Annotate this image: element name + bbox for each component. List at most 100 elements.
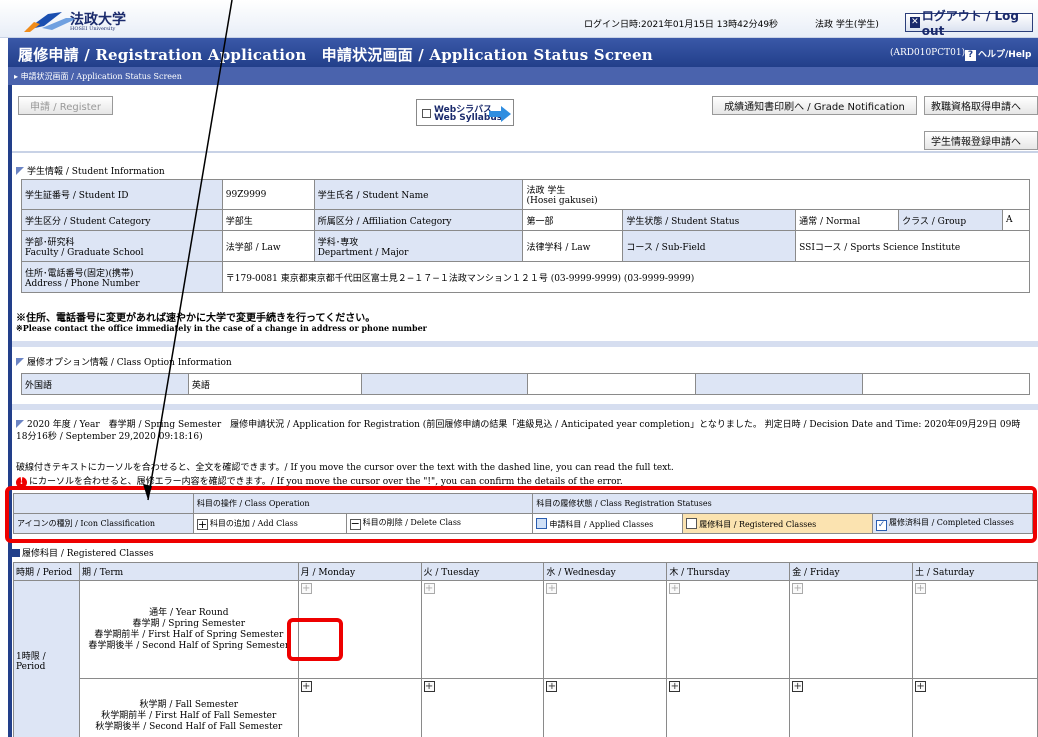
faculty-value: 法学部 / Law [221,230,315,262]
book-icon [422,109,431,118]
subfield-label: コース / Sub-Field [622,230,797,262]
day-thursday: 木 / Thursday [666,562,791,581]
faculty-label: 学部･研究科 Faculty / Graduate School [21,230,223,262]
help-label: ヘルプ/Help [978,50,1032,60]
slot-sat-spring: + [912,580,1038,679]
section-marker-icon [16,358,24,366]
department-value: 法律学科 / Law [522,230,624,262]
slot-mon-fall: + [297,678,422,737]
add-class-icon[interactable]: + [423,681,435,692]
logout-button[interactable]: ✕ ログアウト / Log out [905,9,1033,38]
add-class-icon[interactable]: + [546,681,558,692]
slot-wed-spring: + [543,580,668,679]
option-label: 外国語 [21,373,189,395]
screen-code: (ARD010PCT01) [890,48,966,58]
registered-classes-heading: 履修科目 / Registered Classes [12,546,154,559]
teaching-license-button[interactable]: 教職資格取得申請へ [924,96,1038,115]
breadcrumb: ▸ 申請状況画面 / Application Status Screen [8,67,1038,85]
slot-thu-spring: + [666,580,791,679]
slot-wed-fall: + [543,678,668,737]
student-info-heading: 学生情報 / Student Information [16,164,165,177]
logout-label: ログアウト / Log out [921,9,1020,38]
term-header: 期 / Term [78,562,299,581]
option-empty-cell [527,373,697,395]
add-class-icon[interactable]: + [915,583,927,594]
day-monday: 月 / Monday [297,562,422,581]
title-bar: 履修申請 / Registration Application 申請状況画面 /… [8,38,1038,67]
add-class-icon[interactable]: + [792,681,804,692]
period-1-label: 1時限 / Period [13,580,80,737]
spring-terms-cell: 通年 / Year Round 春学期 / Spring Semester 春学… [78,580,299,679]
affiliation-label: 所属区分 / Affiliation Category [313,209,524,231]
top-bar: 法政大学 HOSEI University ログイン日時:2021年01月15日… [0,0,1038,38]
status-label: 学生状態 / Student Status [622,209,797,231]
fall-terms-cell: 秋学期 / Fall Semester 秋学期前半 / First Half o… [78,678,299,737]
left-accent-strip [8,85,12,737]
department-label: 学科･専攻 Department / Major [313,230,524,262]
student-info-table: 学生証番号 / Student ID 99Z9999 学生氏名 / Studen… [21,179,1031,293]
affiliation-value: 第一部 [522,209,624,231]
day-friday: 金 / Friday [789,562,914,581]
dashed-text-hint: 破線付きテキストにカーソルを合わせると、全文を確認できます。/ If you m… [16,463,674,473]
day-saturday: 土 / Saturday [912,562,1038,581]
slot-fri-fall: + [789,678,914,737]
add-class-icon[interactable]: + [300,681,312,692]
class-option-table: 外国語 英語 [21,373,1030,395]
user-name: 法政 学生(学生) [815,20,879,30]
close-icon: ✕ [910,17,920,28]
student-id-value: 99Z9999 [221,179,315,210]
add-class-icon[interactable]: + [669,681,681,692]
add-class-icon[interactable]: + [546,583,558,594]
slot-fri-spring: + [789,580,914,679]
option-value: 英語 [187,373,362,395]
slot-sat-fall: + [912,678,1038,737]
help-button[interactable]: ? ヘルプ/Help [965,47,1031,61]
slot-tue-fall: + [420,678,545,737]
add-class-icon[interactable]: + [300,583,312,594]
section-square-icon [12,549,20,557]
class-option-heading: 履修オプション情報 / Class Option Information [16,355,232,368]
login-time: ログイン日時:2021年01月15日 13時42分49秒 [584,20,779,30]
address-notice-en: ※Please contact the office immediately i… [16,323,427,333]
grade-notification-button[interactable]: 成績通知書印刷へ / Grade Notification [712,96,917,115]
application-status-line: 2020 年度 / Year 春学期 / Spring Semester 履修申… [16,420,1021,442]
slot-highlight-box [287,618,343,661]
divider-band [12,341,1038,347]
toolbar: 申請 / Register Webシラバス Web Syllabus 成績通知書… [12,85,1038,153]
student-name-value: 法政 学生 (Hosei gakusei) [522,179,1030,210]
student-name-label: 学生氏名 / Student Name [313,179,524,210]
option-empty-cell [862,373,1030,395]
slot-thu-fall: + [666,678,791,737]
section-marker-icon [16,167,24,175]
register-button[interactable]: 申請 / Register [18,96,113,115]
divider-band [12,404,1038,410]
add-class-icon[interactable]: + [669,583,681,594]
option-empty-cell [360,373,529,395]
slot-tue-spring: + [420,580,545,679]
add-class-icon[interactable]: + [792,583,804,594]
question-icon: ? [965,50,976,61]
address-notice-jp: ※住所、電話番号に変更があれば速やかに大学で変更手続きを行ってください。 [16,313,376,324]
class-value: A [1001,209,1031,231]
timetable: 時期 / Period 期 / Term 月 / Monday 火 / Tues… [13,562,1038,737]
section-marker-icon [16,420,24,428]
class-label: クラス / Group [898,209,1003,231]
subfield-value: SSIコース / Sports Science Institute [795,230,1030,262]
category-value: 学部生 [221,209,315,231]
day-tuesday: 火 / Tuesday [420,562,545,581]
address-label: 住所･電話番号(固定)(携帯) Address / Phone Number [21,261,223,293]
breadcrumb-label: 申請状況画面 / Application Status Screen [20,72,182,81]
period-header: 時期 / Period [13,562,80,581]
day-wednesday: 水 / Wednesday [543,562,668,581]
option-empty-cell [695,373,864,395]
category-label: 学生区分 / Student Category [21,209,223,231]
student-id-label: 学生証番号 / Student ID [21,179,223,210]
page-title: 履修申請 / Registration Application 申請状況画面 /… [18,46,653,64]
arrow-right-icon [489,106,511,122]
university-sub: HOSEI University [70,26,116,32]
status-value: 通常 / Normal [795,209,900,231]
student-info-registration-button[interactable]: 学生情報登録申請へ [924,131,1038,150]
add-class-icon[interactable]: + [423,583,435,594]
web-syllabus-button[interactable]: Webシラバス Web Syllabus [416,99,514,126]
add-class-icon[interactable]: + [915,681,927,692]
